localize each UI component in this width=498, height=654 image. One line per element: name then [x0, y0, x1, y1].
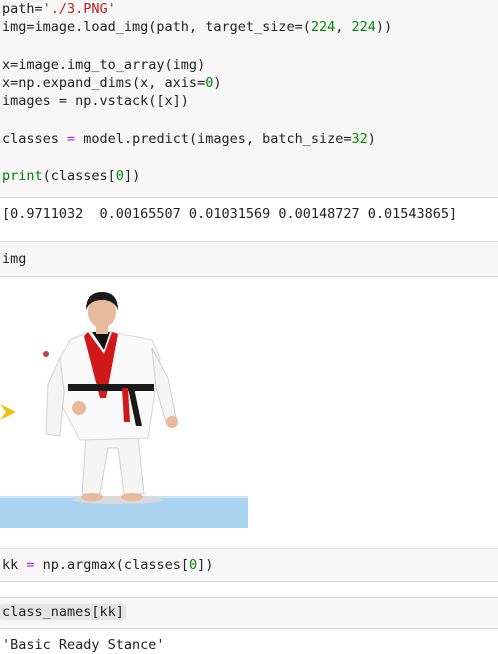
operator: =: [26, 557, 35, 573]
number-literal: 32: [351, 131, 368, 147]
code-token: img: [2, 251, 27, 267]
number-literal: 224: [351, 19, 376, 35]
left-foot: [81, 493, 103, 501]
right-foot: [121, 493, 143, 501]
code-token: classes: [2, 131, 68, 147]
code-cell-3[interactable]: kk = np.argmax(classes[0]): [0, 548, 498, 582]
code-token: img=image.load_img(path, target_size=(: [2, 19, 311, 35]
number-literal: 0: [115, 168, 124, 184]
code-token: images = np.vstack([x]): [2, 93, 189, 109]
code-token: )): [375, 19, 393, 35]
arrow-icon: [0, 404, 16, 420]
right-arm: [151, 347, 177, 423]
code-cell-2[interactable]: img: [0, 241, 498, 277]
code-token: path=: [2, 1, 43, 17]
cell-output-4: 'Basic Ready Stance': [2, 637, 165, 653]
code-token: ,: [335, 19, 352, 35]
code-cell-4[interactable]: class_names[kk]: [0, 597, 498, 629]
emblem: [43, 351, 49, 357]
code-line: x=np.expand_dims(x, axis=0): [2, 74, 221, 92]
code-line: path='./3.PNG': [2, 0, 116, 18]
code-line: images = np.vstack([x]): [2, 92, 189, 110]
operator: =: [67, 131, 76, 147]
belt: [68, 384, 154, 391]
code-token: ): [367, 131, 376, 147]
number-literal: 224: [310, 19, 336, 35]
code-line: class_names[kk]: [0, 603, 126, 621]
code-token: ]): [123, 168, 141, 184]
pants: [81, 435, 145, 495]
code-token: x=image.img_to_array(img): [2, 57, 206, 73]
code-token: np.argmax(classes[: [34, 557, 189, 573]
string-literal: './3.PNG': [42, 1, 116, 17]
code-token: model.predict(images, batch_size=: [75, 131, 352, 147]
left-arm: [45, 356, 65, 437]
code-token: ): [213, 75, 222, 91]
code-token: (classes[: [42, 168, 116, 184]
code-line: kk = np.argmax(classes[0]): [2, 556, 213, 574]
code-token: kk: [2, 557, 27, 573]
image-output: [0, 288, 250, 530]
code-line: img: [2, 250, 26, 268]
code-line: img=image.load_img(path, target_size=(22…: [2, 18, 392, 36]
code-line: classes = model.predict(images, batch_si…: [2, 130, 376, 148]
left-fist: [72, 401, 86, 415]
number-literal: 0: [188, 557, 198, 573]
code-token: x=np.expand_dims(x, axis=: [2, 75, 206, 91]
taekwondo-figure: [0, 292, 248, 528]
right-fist: [166, 416, 178, 428]
code-line: x=image.img_to_array(img): [2, 56, 205, 74]
code-token: class_names[kk]: [0, 604, 126, 620]
builtin-keyword: print: [2, 168, 43, 184]
code-line: print(classes[0]): [2, 167, 140, 185]
code-cell-1[interactable]: path='./3.PNG' img=image.load_img(path, …: [0, 0, 498, 198]
cell-output-1: [0.9711032 0.00165507 0.01031569 0.00148…: [2, 206, 458, 222]
code-token: ]): [197, 557, 214, 573]
